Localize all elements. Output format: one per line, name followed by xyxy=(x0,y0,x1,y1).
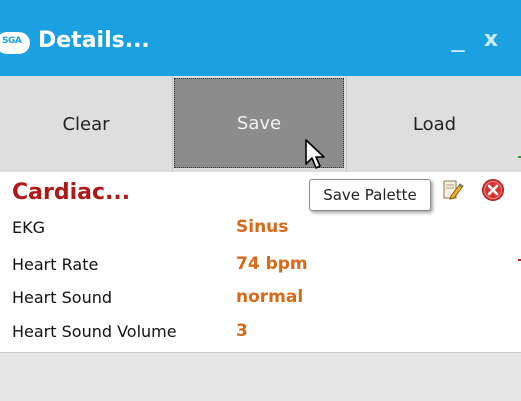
row-label: EKG xyxy=(12,218,45,237)
title-bar: SGA Details... _ x xyxy=(0,0,521,76)
panel-title: Cardiac... xyxy=(12,180,131,205)
row-value: normal xyxy=(236,287,304,307)
close-button[interactable]: x xyxy=(480,28,502,52)
mouse-pointer-icon xyxy=(305,139,325,169)
toolbar-divider xyxy=(346,76,347,172)
row-label: Heart Rate xyxy=(12,255,99,274)
row-label: Heart Sound Volume xyxy=(12,322,177,341)
row-value: 74 bpm xyxy=(236,254,308,274)
close-circle-icon[interactable] xyxy=(481,178,505,202)
app-logo: SGA xyxy=(0,32,30,54)
row-value: Sinus xyxy=(236,217,289,237)
footer-area xyxy=(0,353,521,401)
row-value: 3 xyxy=(236,321,248,341)
load-button[interactable]: Load xyxy=(348,76,521,172)
save-palette-tooltip: Save Palette xyxy=(309,179,431,211)
toolbar: Clear Save Load xyxy=(0,76,521,173)
minimize-button[interactable]: _ xyxy=(447,25,469,52)
window-title: Details... xyxy=(38,28,150,53)
logo-text: SGA xyxy=(2,36,22,46)
row-label: Heart Sound xyxy=(12,288,112,307)
edit-pencil-icon[interactable] xyxy=(442,178,464,202)
toolbar-divider xyxy=(172,76,173,172)
clear-button[interactable]: Clear xyxy=(0,76,172,172)
